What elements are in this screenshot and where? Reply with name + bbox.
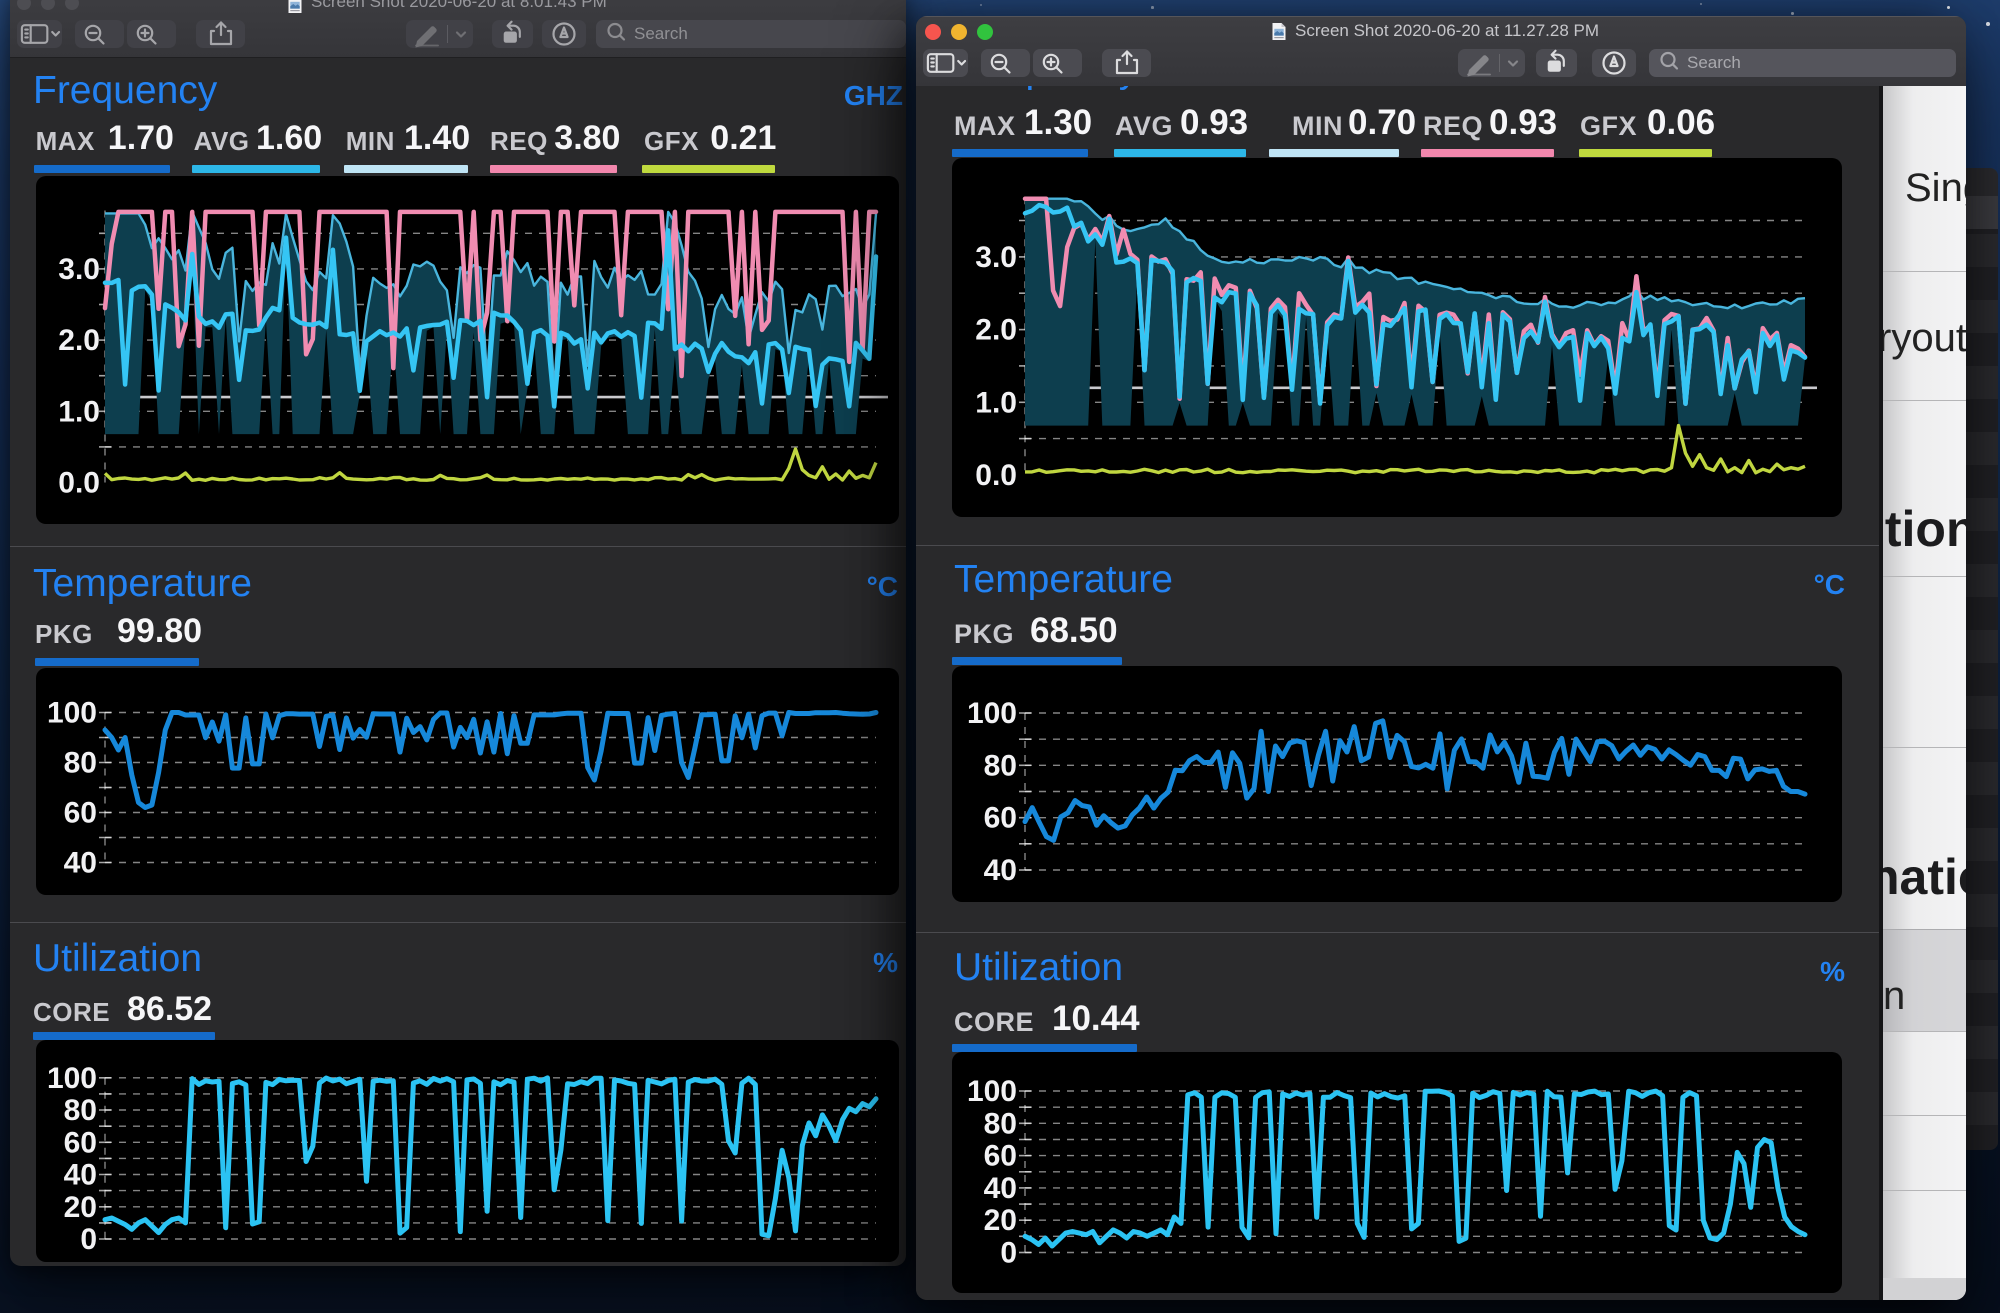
svg-text:80: 80 (984, 1107, 1017, 1140)
svg-text:0: 0 (80, 1223, 97, 1256)
svg-text:20: 20 (64, 1191, 97, 1224)
svg-text:0.0: 0.0 (975, 459, 1017, 492)
svg-text:100: 100 (967, 1075, 1017, 1108)
svg-text:40: 40 (64, 847, 97, 880)
svg-text:2.0: 2.0 (975, 314, 1017, 347)
svg-text:40: 40 (984, 1172, 1017, 1205)
svg-text:0.0: 0.0 (58, 467, 100, 500)
svg-text:60: 60 (64, 797, 97, 830)
svg-text:60: 60 (64, 1126, 97, 1159)
svg-text:0: 0 (1000, 1237, 1017, 1270)
svg-text:40: 40 (984, 854, 1017, 887)
svg-text:1.0: 1.0 (58, 395, 100, 428)
svg-text:3.0: 3.0 (58, 253, 100, 286)
svg-text:100: 100 (47, 697, 97, 730)
svg-text:80: 80 (64, 1094, 97, 1127)
svg-text:60: 60 (984, 1140, 1017, 1173)
svg-text:80: 80 (984, 749, 1017, 782)
svg-text:40: 40 (64, 1159, 97, 1192)
svg-text:20: 20 (984, 1204, 1017, 1237)
svg-text:80: 80 (64, 747, 97, 780)
svg-text:1.0: 1.0 (975, 386, 1017, 419)
svg-text:100: 100 (967, 697, 1017, 730)
svg-text:3.0: 3.0 (975, 241, 1017, 274)
svg-text:100: 100 (47, 1062, 97, 1095)
svg-text:60: 60 (984, 802, 1017, 835)
svg-text:2.0: 2.0 (58, 324, 100, 357)
